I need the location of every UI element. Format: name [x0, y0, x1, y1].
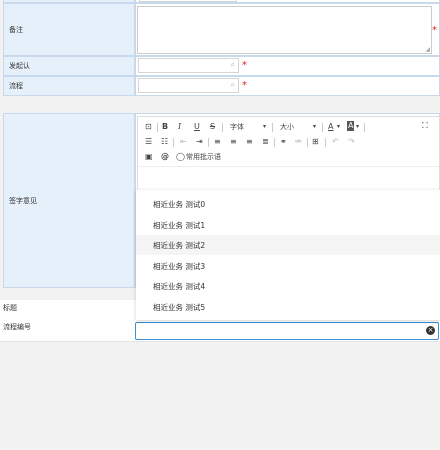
- toolbar-separator: [364, 123, 365, 132]
- size-select[interactable]: 大小: [280, 122, 294, 132]
- title-label: 标题: [3, 303, 17, 313]
- bold-icon[interactable]: B: [162, 122, 168, 132]
- redo-icon[interactable]: ↷: [348, 137, 355, 147]
- title-label-text: 标题: [3, 304, 17, 312]
- toolbar-separator: [222, 123, 223, 132]
- list-item[interactable]: 相近业务 测试1: [136, 215, 440, 235]
- list-item-label: 相近业务 测试3: [153, 261, 206, 271]
- initiator-input[interactable]: ⌕: [138, 58, 239, 73]
- initiator-label-text: 发起认: [9, 62, 30, 70]
- indent-icon[interactable]: ⇥: [196, 137, 203, 147]
- font-color-icon[interactable]: A: [328, 122, 333, 132]
- process-no-label-text: 流程编号: [3, 323, 31, 331]
- list-item[interactable]: 相近业务 测试3: [136, 256, 440, 276]
- comment-icon[interactable]: ◯: [176, 152, 185, 162]
- fullscreen-icon[interactable]: ⛶: [422, 121, 428, 131]
- toolbar-separator: [157, 123, 158, 132]
- list-item-label: 相近业务 测试5: [153, 302, 206, 312]
- list-item[interactable]: 相近业务 测试5: [136, 297, 440, 317]
- process-no-label: 流程编号: [3, 322, 31, 332]
- ordered-list-icon[interactable]: ☰: [145, 137, 152, 147]
- undo-icon[interactable]: ↶: [332, 137, 339, 147]
- background-color-icon[interactable]: A: [347, 121, 355, 131]
- toolbar-separator: [325, 138, 326, 147]
- list-item-label: 相近业务 测试0: [153, 199, 206, 209]
- process-no-input[interactable]: ×: [135, 322, 439, 340]
- resize-handle-icon[interactable]: ◢: [425, 46, 430, 53]
- source-icon[interactable]: ⊡: [145, 122, 152, 132]
- clear-icon[interactable]: ×: [426, 326, 435, 335]
- image-icon[interactable]: ▣: [145, 152, 153, 162]
- unlink-icon[interactable]: ⚮: [295, 137, 302, 147]
- top-input[interactable]: [139, 0, 237, 2]
- underline-icon[interactable]: U: [194, 122, 200, 132]
- process-input[interactable]: ⌕: [138, 78, 239, 93]
- toolbar-separator: [208, 138, 209, 147]
- mention-icon[interactable]: @: [161, 152, 169, 162]
- justify-icon[interactable]: ≣: [262, 137, 269, 147]
- chevron-down-icon[interactable]: ▾: [263, 122, 266, 132]
- toolbar-separator: [173, 138, 174, 147]
- sign-label-text: 签字意见: [9, 196, 37, 205]
- remark-label: 备注: [3, 3, 135, 56]
- strikethrough-icon[interactable]: S: [210, 122, 215, 132]
- search-icon[interactable]: ⌕: [231, 80, 235, 90]
- align-right-icon[interactable]: ≡: [246, 137, 253, 147]
- align-left-icon[interactable]: ≡: [214, 137, 221, 147]
- remark-required-mark: *: [432, 25, 437, 36]
- initiator-label: 发起认: [3, 56, 135, 76]
- process-required-mark: *: [242, 80, 247, 91]
- process-label-text: 流程: [9, 82, 23, 90]
- list-item[interactable]: 相近业务 测试4: [136, 276, 440, 296]
- table-icon[interactable]: ⊞: [312, 137, 319, 147]
- initiator-required-mark: *: [242, 60, 247, 71]
- link-icon[interactable]: ⚭: [280, 137, 287, 147]
- suggestion-dropdown: 相近业务 测试0 相近业务 测试1 相近业务 测试2 相近业务 测试3 相近业务…: [136, 190, 440, 320]
- toolbar-separator: [272, 123, 273, 132]
- list-item-label: 相近业务 测试2: [153, 240, 206, 250]
- list-item-label: 相近业务 测试1: [153, 220, 206, 230]
- common-phrases-button[interactable]: 常用批示语: [186, 152, 221, 162]
- chevron-down-icon[interactable]: ▾: [356, 122, 359, 132]
- list-item-highlighted[interactable]: 相近业务 测试2: [136, 235, 440, 255]
- list-item-label: 相近业务 测试4: [153, 281, 206, 291]
- remark-textarea[interactable]: ◢: [137, 6, 432, 54]
- toolbar-separator: [307, 138, 308, 147]
- toolbar-separator: [274, 138, 275, 147]
- remark-label-text: 备注: [9, 25, 23, 34]
- list-item[interactable]: 相近业务 测试0: [136, 194, 440, 214]
- font-select[interactable]: 字体: [230, 122, 244, 132]
- unordered-list-icon[interactable]: ☷: [161, 137, 168, 147]
- align-center-icon[interactable]: ≡: [230, 137, 237, 147]
- chevron-down-icon[interactable]: ▾: [337, 122, 340, 132]
- sign-label: 签字意见: [3, 113, 135, 288]
- chevron-down-icon[interactable]: ▾: [313, 122, 316, 132]
- process-label: 流程: [3, 76, 135, 96]
- italic-icon[interactable]: I: [178, 122, 181, 132]
- search-icon[interactable]: ⌕: [231, 60, 235, 70]
- outdent-icon[interactable]: ⇤: [180, 137, 187, 147]
- toolbar-separator: [322, 123, 323, 132]
